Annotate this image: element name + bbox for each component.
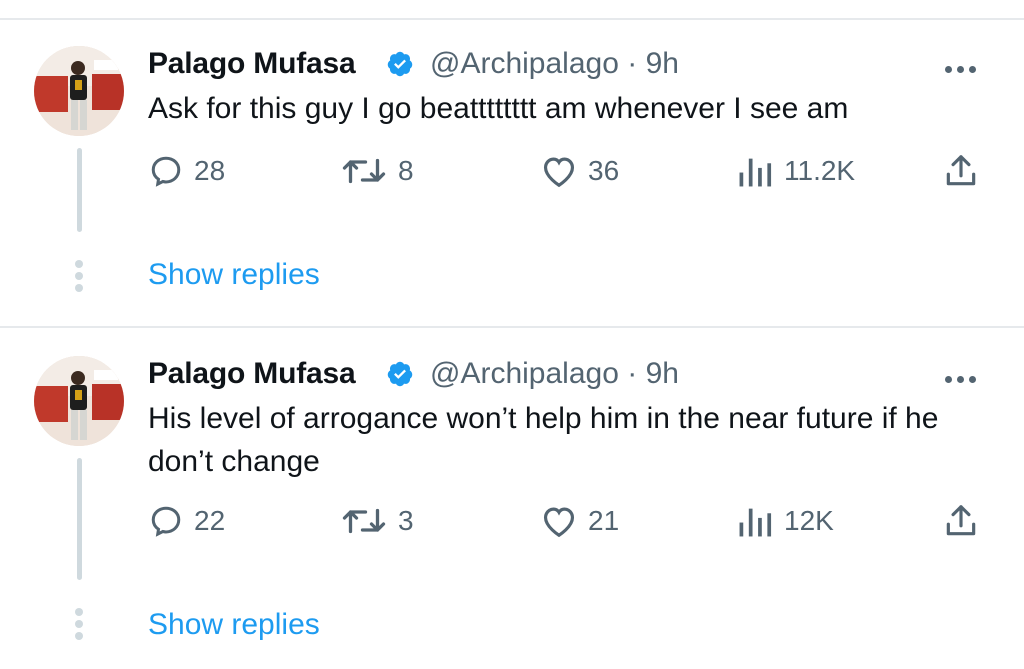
more-options-icon[interactable]	[945, 370, 989, 384]
reply-count: 28	[194, 155, 226, 186]
tweet-text: Ask for this guy I go beatttttttt am whe…	[148, 92, 849, 125]
retweet-count: 8	[398, 155, 414, 186]
reply-count: 22	[194, 505, 226, 536]
views-button[interactable]: 12K	[736, 501, 834, 541]
tweet-card[interactable]: Palago Mufasa @Archipalago · 9h Ask for …	[0, 20, 1024, 320]
views-icon	[739, 158, 772, 187]
verified-badge-icon	[387, 51, 413, 77]
views-count: 12K	[784, 505, 834, 536]
retweet-icon	[342, 508, 386, 534]
reply-icon	[151, 506, 181, 537]
tweet-text: His level of arrogance won’t help him in…	[148, 402, 939, 478]
author-name[interactable]: Palago Mufasa	[148, 47, 356, 81]
thread-line	[77, 458, 82, 580]
heart-icon	[543, 507, 575, 538]
share-icon	[946, 155, 976, 186]
share-button[interactable]	[942, 501, 980, 541]
reply-button[interactable]: 22	[148, 501, 225, 541]
author-handle[interactable]: @Archipalago · 9h	[430, 47, 679, 81]
share-icon	[946, 505, 976, 536]
timestamp[interactable]: · 9h	[627, 357, 679, 390]
like-button[interactable]: 21	[540, 501, 619, 541]
like-count: 36	[588, 155, 620, 186]
thread-line	[77, 148, 82, 232]
more-options-icon[interactable]	[945, 60, 989, 74]
like-count: 21	[588, 505, 620, 536]
views-count: 11.2K	[784, 155, 856, 186]
timestamp[interactable]: · 9h	[627, 47, 679, 80]
show-replies-link[interactable]: Show replies	[148, 258, 320, 292]
reply-button[interactable]: 28	[148, 151, 225, 191]
retweet-button[interactable]: 8	[340, 151, 414, 191]
retweet-count: 3	[398, 505, 414, 536]
avatar[interactable]	[34, 46, 124, 136]
handle-text[interactable]: @Archipalago	[430, 357, 619, 390]
like-button[interactable]: 36	[540, 151, 619, 191]
share-button[interactable]	[942, 151, 980, 191]
show-replies-link[interactable]: Show replies	[148, 608, 320, 642]
views-button[interactable]: 11.2K	[736, 151, 855, 191]
tweet-divider	[0, 326, 1024, 328]
tweet-card[interactable]: Palago Mufasa @Archipalago · 9h His leve…	[0, 330, 1024, 669]
author-handle[interactable]: @Archipalago · 9h	[430, 357, 679, 391]
thread-dots-icon	[74, 608, 84, 644]
retweet-button[interactable]: 3	[340, 501, 414, 541]
reply-icon	[151, 156, 181, 187]
avatar[interactable]	[34, 356, 124, 446]
handle-text[interactable]: @Archipalago	[430, 47, 619, 80]
verified-badge-icon	[387, 361, 413, 387]
views-icon	[739, 508, 772, 537]
retweet-icon	[342, 158, 386, 184]
thread-dots-icon	[74, 260, 84, 296]
heart-icon	[543, 157, 575, 188]
author-name[interactable]: Palago Mufasa	[148, 357, 356, 391]
